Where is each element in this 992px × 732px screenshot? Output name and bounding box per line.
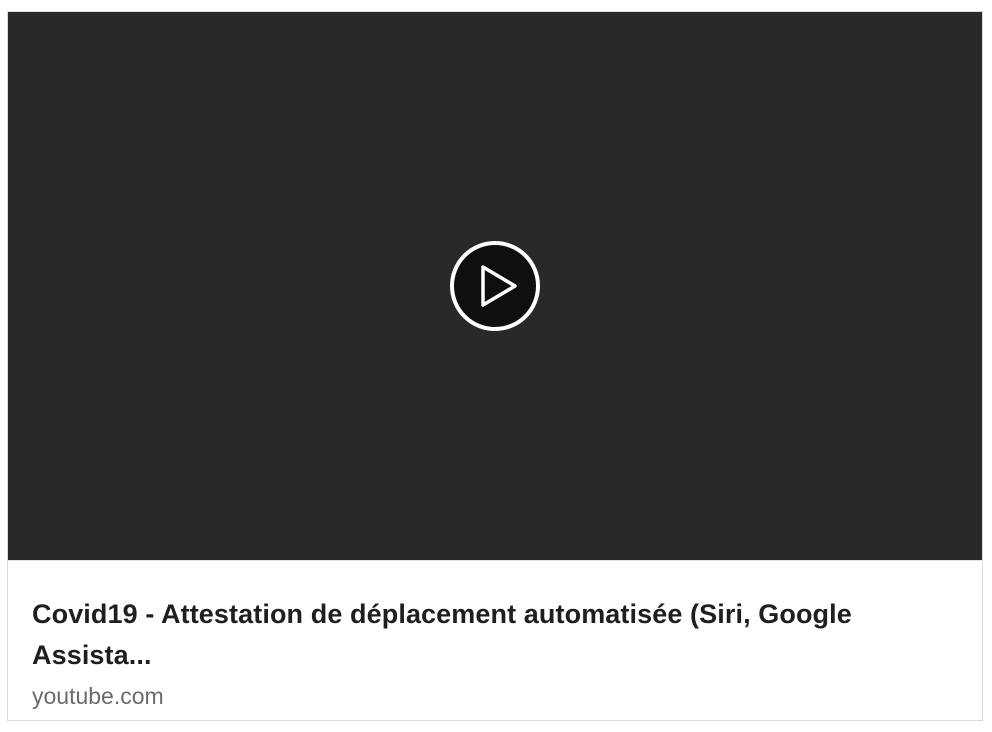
play-circle-icon (450, 241, 540, 331)
video-title[interactable]: Covid19 - Attestation de déplacement aut… (32, 594, 952, 676)
source-domain: youtube.com (32, 683, 164, 709)
video-thumbnail[interactable] (8, 12, 982, 560)
divider (8, 560, 982, 561)
link-preview-card[interactable]: Covid19 - Attestation de déplacement aut… (7, 11, 983, 721)
play-button[interactable] (450, 241, 540, 331)
card-meta[interactable]: Covid19 - Attestation de déplacement aut… (32, 594, 952, 710)
